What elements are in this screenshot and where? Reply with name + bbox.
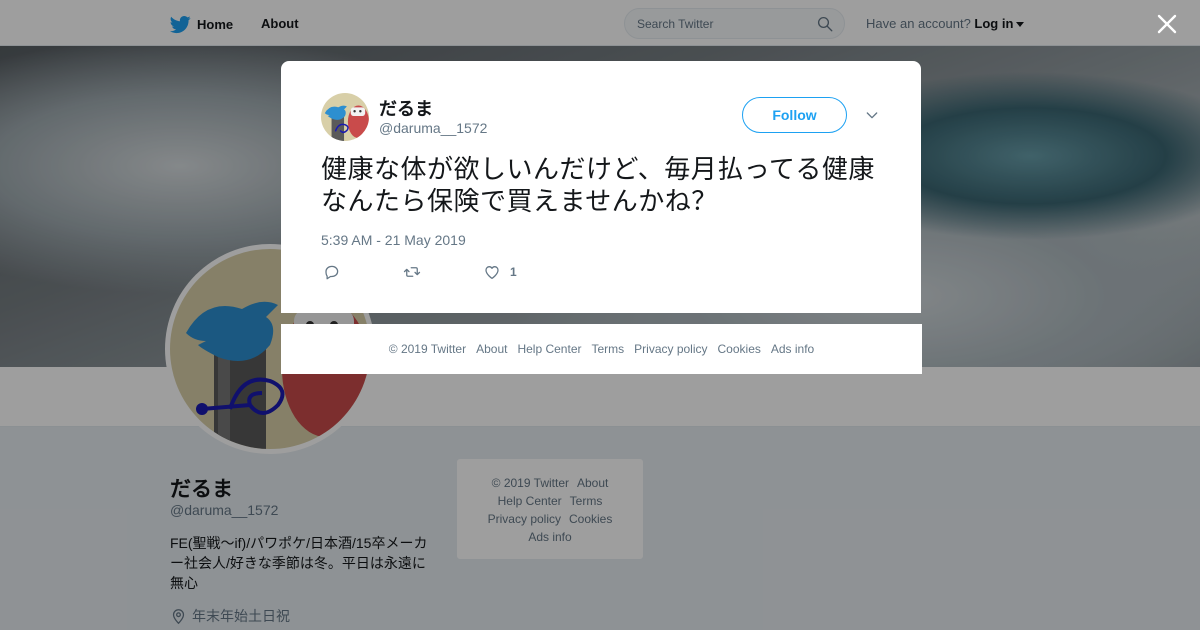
like-count: 1 <box>510 265 517 279</box>
retweet-button[interactable] <box>403 263 421 281</box>
close-icon[interactable] <box>1155 12 1179 36</box>
modal-footer-help-link[interactable]: Help Center <box>517 342 581 356</box>
modal-footer-terms-link[interactable]: Terms <box>591 342 624 356</box>
modal-footer: © 2019 Twitter About Help Center Terms Priva… <box>281 324 922 374</box>
follow-button[interactable]: Follow <box>742 97 847 133</box>
reply-button[interactable] <box>323 263 341 281</box>
like-button[interactable]: 1 <box>483 263 517 281</box>
tweet-author-handle[interactable]: @daruma__1572 <box>379 120 487 136</box>
tweet-author-avatar[interactable] <box>321 93 369 141</box>
avatar-image <box>321 93 369 141</box>
reply-icon <box>325 265 339 280</box>
tweet-modal: だるま @daruma__1572 Follow 健康な体が欲しいんだけど、毎月… <box>281 61 921 313</box>
retweet-icon <box>403 267 421 277</box>
heart-icon <box>485 266 499 280</box>
modal-footer-privacy-link[interactable]: Privacy policy <box>634 342 707 356</box>
modal-footer-copyright: © 2019 Twitter <box>388 342 467 356</box>
chevron-down-icon[interactable] <box>864 107 880 123</box>
modal-footer-ads-link[interactable]: Ads info <box>771 342 814 356</box>
tweet-text: 健康な体が欲しいんだけど、毎月払ってる健康なんたら保険で買えませんかね？ <box>321 155 875 217</box>
modal-footer-cookies-link[interactable]: Cookies <box>718 342 761 356</box>
modal-footer-about-link[interactable]: About <box>476 342 507 356</box>
tweet-timestamp[interactable]: 5:39 AM - 21 May 2019 <box>321 232 466 248</box>
tweet-author-name[interactable]: だるま <box>379 95 433 121</box>
